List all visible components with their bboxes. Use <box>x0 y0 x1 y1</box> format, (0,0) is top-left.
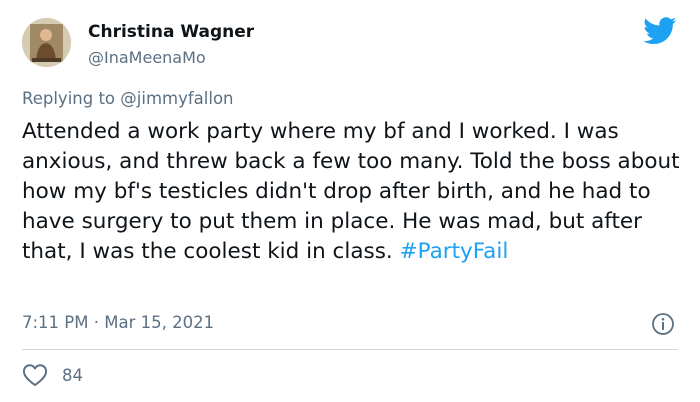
hashtag-link[interactable]: #PartyFail <box>400 239 509 264</box>
tweet-timestamp[interactable]: 7:11 PM · Mar 15, 2021 <box>22 313 214 332</box>
tweet-text: Attended a work party where my bf and I … <box>22 117 687 267</box>
info-icon[interactable] <box>651 312 675 336</box>
replying-to-mention[interactable]: @jimmyfallon <box>120 89 233 108</box>
author-handle[interactable]: @InaMeenaMo <box>88 48 206 67</box>
twitter-bird-icon[interactable] <box>643 17 677 45</box>
divider <box>22 349 678 350</box>
tweet-time: 7:11 PM <box>22 313 89 332</box>
tweet-body: Attended a work party where my bf and I … <box>22 119 680 264</box>
like-count: 84 <box>62 366 83 385</box>
author-name[interactable]: Christina Wagner <box>88 22 254 42</box>
replying-to-label: Replying to <box>22 89 121 108</box>
replying-to: Replying to @jimmyfallon <box>22 89 234 108</box>
meta-separator: · <box>88 313 105 332</box>
tweet-date: Mar 15, 2021 <box>104 313 215 332</box>
heart-icon[interactable] <box>22 363 48 387</box>
avatar-image <box>22 18 71 67</box>
avatar[interactable] <box>22 18 71 67</box>
